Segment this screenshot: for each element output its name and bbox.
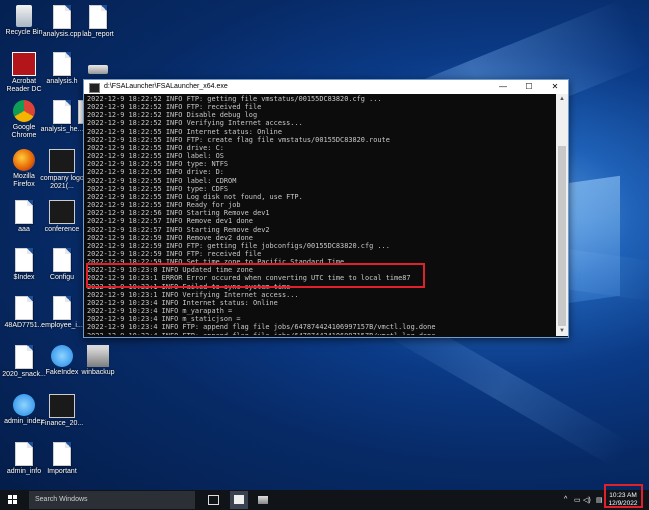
console-line: 2022-12-9 10:23:4 INFO Internet status: … <box>87 298 278 307</box>
desktop-icon-label: company logo 2021(... <box>40 175 84 190</box>
desktop-icon-label: analysis.h <box>46 78 78 85</box>
console-line: 2022-12-9 18:22:55 INFO drive: C: <box>87 143 224 152</box>
console-line: 2022-12-9 18:22:55 INFO Log disk not fou… <box>87 192 303 201</box>
desktop-icon[interactable]: Configu <box>40 248 84 282</box>
recycle-bin-icon <box>16 5 32 27</box>
console-taskbar-glyph-icon <box>234 495 244 504</box>
ie-icon <box>51 345 73 367</box>
console-line: 2022-12-9 18:22:52 INFO FTP: getting fil… <box>87 95 382 103</box>
desktop-icon[interactable]: conference <box>40 200 84 234</box>
desktop-icon-label: lab_report <box>82 31 114 38</box>
file-icon <box>53 296 71 320</box>
window-titlebar[interactable]: d:\FSALauncher\FSALauncher_x64.exe — ☐ ✕ <box>84 80 568 94</box>
console-line: 2022-12-9 10:23:4 INFO m_staticjson = <box>87 315 241 324</box>
console-line: 2022-12-9 18:22:55 INFO label: OS <box>87 152 224 161</box>
volume-icon[interactable]: ◁) <box>583 496 591 504</box>
chrome-icon <box>13 100 35 122</box>
desktop-icon-label: conference <box>44 226 80 233</box>
exe-icon <box>87 345 109 367</box>
document-icon <box>53 248 71 272</box>
windows-logo-glow <box>560 175 620 305</box>
windows-start-icon[interactable] <box>8 495 18 505</box>
file-icon <box>15 296 33 320</box>
desktop-icon-label: employee_i... <box>41 322 83 329</box>
task-view-icon[interactable] <box>208 495 219 505</box>
drive-icon[interactable] <box>88 65 108 74</box>
desktop-icon-label: Configu <box>49 274 75 281</box>
file-icon <box>89 5 107 29</box>
console-line: 2022-12-9 18:22:52 INFO Verifying Intern… <box>87 119 303 128</box>
console-line: 2022-12-9 18:22:55 INFO drive: D: <box>87 168 224 177</box>
console-line: 2022-12-9 10:23:4 INFO m_yarapath = <box>87 307 233 316</box>
console-window[interactable]: d:\FSALauncher\FSALauncher_x64.exe — ☐ ✕… <box>83 79 569 338</box>
scrollbar-thumb[interactable] <box>558 146 566 326</box>
console-line: 2022-12-9 10:23:1 INFO Verifying Interne… <box>87 290 299 299</box>
minimize-button[interactable]: — <box>490 80 516 94</box>
show-hidden-icons-chevron-icon[interactable]: ^ <box>564 496 567 503</box>
desktop-icon-label: Important <box>47 468 77 475</box>
network-drive-taskbar-icon[interactable] <box>258 496 268 504</box>
console-line: 2022-12-9 18:22:59 INFO FTP: getting fil… <box>87 241 390 250</box>
clock-highlight-box <box>604 484 643 508</box>
desktop-icon[interactable]: employee_i... <box>40 296 84 330</box>
console-output[interactable]: 2022-12-9 18:22:52 INFO FTP: getting fil… <box>87 95 553 335</box>
network-icon[interactable]: ▭ <box>574 496 581 504</box>
maximize-button[interactable]: ☐ <box>516 80 542 94</box>
desktop-icon-label: winbackup <box>81 369 115 376</box>
scroll-up-arrow-icon[interactable]: ▲ <box>556 94 568 104</box>
image-icon <box>49 394 75 418</box>
console-line: 2022-12-9 18:22:55 INFO Internet status:… <box>87 127 282 136</box>
desktop-icon[interactable]: Finance_20... <box>40 394 84 428</box>
file-icon <box>53 5 71 29</box>
console-line: 2022-12-9 18:22:55 INFO Ready for job <box>87 201 241 210</box>
console-line: 2022-12-9 18:22:55 INFO type: CDFS <box>87 184 229 193</box>
taskbar: Search Windows <box>0 490 649 510</box>
desktop-icon[interactable]: company logo 2021(... <box>40 149 84 191</box>
console-taskbar-icon[interactable] <box>230 491 248 509</box>
console-line: 2022-12-9 18:22:55 INFO type: NTFS <box>87 160 229 169</box>
acrobat-icon <box>12 52 36 76</box>
desktop-icon[interactable]: winbackup <box>76 345 120 377</box>
notification-icon[interactable]: ▤ <box>596 496 603 504</box>
close-button[interactable]: ✕ <box>542 80 568 94</box>
console-line: 2022-12-9 18:22:52 INFO FTP: received fi… <box>87 103 262 112</box>
image-icon <box>49 200 75 224</box>
search-input[interactable]: Search Windows <box>29 491 195 509</box>
console-line: 2022-12-9 18:22:55 INFO FTP: create flag… <box>87 135 390 144</box>
file-icon <box>53 442 71 466</box>
console-line: 2022-12-9 10:23:4 INFO FTP: append flag … <box>87 332 553 335</box>
document-icon <box>15 248 33 272</box>
scroll-down-arrow-icon[interactable]: ▼ <box>556 326 568 336</box>
file-icon <box>15 345 33 369</box>
console-app-icon <box>89 83 100 93</box>
error-highlight-box <box>86 263 425 288</box>
console-line: 2022-12-9 18:22:59 INFO FTP: received fi… <box>87 249 262 258</box>
console-line: 2022-12-9 18:22:56 INFO Starting Remove … <box>87 209 270 218</box>
console-line: 2022-12-9 18:22:55 INFO label: CDROM <box>87 176 237 185</box>
vertical-scrollbar[interactable]: ▲ ▼ <box>556 94 568 336</box>
ie-icon <box>13 394 35 416</box>
console-line: 2022-12-9 18:22:57 INFO Starting Remove … <box>87 225 270 234</box>
console-line: 2022-12-9 18:22:52 INFO Disable debug lo… <box>87 111 258 120</box>
file-icon <box>53 52 71 76</box>
desktop-icon[interactable]: lab_report <box>76 5 120 39</box>
image-icon <box>49 149 75 173</box>
firefox-icon <box>13 149 35 171</box>
document-icon <box>15 200 33 224</box>
window-title: d:\FSALauncher\FSALauncher_x64.exe <box>104 83 228 90</box>
console-line: 2022-12-9 18:22:59 INFO Remove dev2 done <box>87 233 253 242</box>
desktop-icon[interactable]: Important <box>40 442 84 476</box>
file-icon <box>15 442 33 466</box>
desktop-icon-label: Finance_20... <box>40 420 84 427</box>
console-line: 2022-12-9 10:23:4 INFO FTP: append flag … <box>87 323 436 332</box>
desktop-icon[interactable]: analysis.h <box>40 52 84 86</box>
console-line: 2022-12-9 18:22:57 INFO Remove dev1 done <box>87 217 253 226</box>
